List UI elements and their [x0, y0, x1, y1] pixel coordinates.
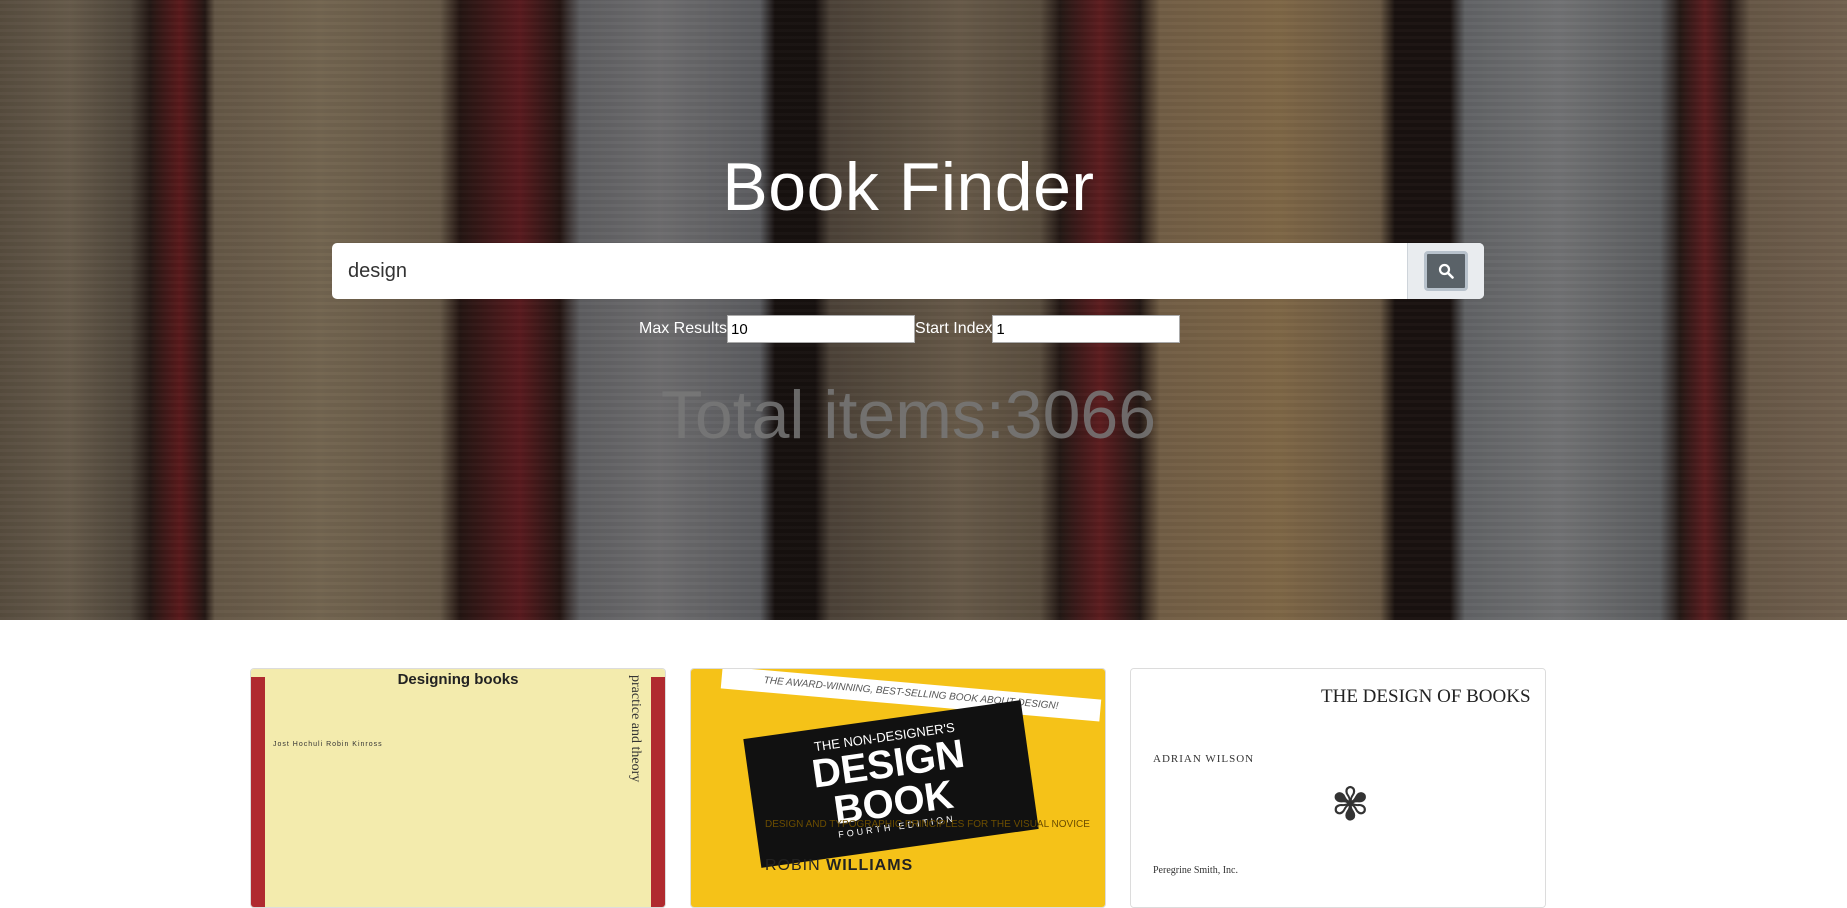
cover-author-first: ROBIN: [765, 857, 821, 874]
search-input[interactable]: [332, 243, 1407, 299]
page-title: Book Finder: [722, 149, 1095, 225]
search-icon: [1438, 263, 1454, 279]
cover-author: ADRIAN WILSON: [1153, 753, 1255, 765]
cover-subtitle: practice and theory: [628, 675, 643, 783]
cover-author: Jost Hochuli Robin Kinross: [273, 741, 383, 748]
results-grid: Designing books Jost Hochuli Robin Kinro…: [250, 668, 1546, 908]
cover-title: THE DESIGN OF BOOKS: [1321, 686, 1531, 707]
book-card[interactable]: THE AWARD-WINNING, BEST-SELLING BOOK ABO…: [690, 668, 1106, 908]
cover-publisher: Peregrine Smith, Inc.: [1153, 865, 1238, 876]
search-button[interactable]: [1424, 251, 1468, 291]
cover-title: Designing books: [397, 671, 519, 688]
book-cover: THE AWARD-WINNING, BEST-SELLING BOOK ABO…: [691, 669, 1105, 907]
cover-tagline: THE AWARD-WINNING, BEST-SELLING BOOK ABO…: [720, 669, 1102, 722]
start-index-input[interactable]: [992, 315, 1181, 343]
start-index-label: Start Index: [915, 320, 993, 337]
book-cover: THE DESIGN OF BOOKS ADRIAN WILSON ✾ Pere…: [1131, 669, 1545, 907]
cover-author: ROBIN WILLIAMS: [765, 857, 913, 875]
cover-stripe-left: [251, 677, 265, 907]
book-card[interactable]: Designing books Jost Hochuli Robin Kinro…: [250, 668, 666, 908]
search-addon: [1407, 243, 1484, 299]
publisher-emblem-icon: ✾: [1331, 778, 1370, 830]
max-results-label: Max Results: [639, 320, 728, 337]
cover-title-box: THE NON-DESIGNER'S DESIGN BOOK FOURTH ED…: [743, 700, 1039, 868]
search-options: Max Results Start Index: [639, 315, 1181, 343]
cover-stripe-right: [651, 677, 665, 907]
cover-subtitle: DESIGN AND TYPOGRAPHIC PRINCIPLES FOR TH…: [765, 819, 1090, 830]
book-card[interactable]: THE DESIGN OF BOOKS ADRIAN WILSON ✾ Pere…: [1130, 668, 1546, 908]
hero-banner: Book Finder Max Results Start Index Tota…: [0, 0, 1847, 620]
search-bar: [332, 243, 1484, 299]
book-cover: Designing books Jost Hochuli Robin Kinro…: [251, 669, 665, 907]
cover-author-last: WILLIAMS: [826, 857, 914, 874]
max-results-input[interactable]: [727, 315, 916, 343]
total-items: Total items:3066: [660, 377, 1157, 453]
